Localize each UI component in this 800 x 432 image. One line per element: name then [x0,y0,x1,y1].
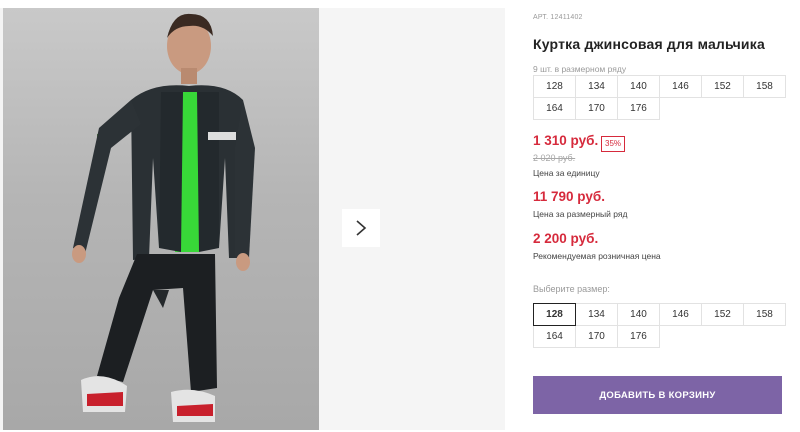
size-option-128[interactable]: 128 [533,303,576,326]
discount-badge: 35% [601,136,626,152]
size-row-note: 9 шт. в размерном ряду [533,64,627,74]
size-row-cell: 128 [533,75,576,98]
chevron-right-icon [356,220,367,236]
size-option-140[interactable]: 140 [617,303,660,326]
size-option-158[interactable]: 158 [743,303,786,326]
size-option-146[interactable]: 146 [659,303,702,326]
next-image-button[interactable] [342,209,380,247]
size-row-cell: 170 [575,97,618,120]
size-selector: 128 134 140 146 152 158 164 170 176 [533,303,786,348]
unit-price-caption: Цена за единицу [533,168,600,178]
product-gallery [0,8,505,430]
retail-price: 2 200 руб. [533,231,599,246]
size-option-134[interactable]: 134 [575,303,618,326]
boy-in-camo-jacket-image [72,13,255,422]
old-price: 2 020 руб. [533,153,576,163]
unit-price: 1 310 руб. [533,133,599,148]
size-row-cell: 176 [617,97,660,120]
article-number: АРТ. 12411402 [533,14,583,21]
product-title: Куртка джинсовая для мальчика [533,36,765,52]
choose-size-label: Выберите размер: [533,284,610,294]
size-row-grid: 128 134 140 146 152 158 164 170 176 [533,75,786,120]
size-row-cell: 134 [575,75,618,98]
size-row-cell: 140 [617,75,660,98]
size-row-cell: 158 [743,75,786,98]
size-option-152[interactable]: 152 [701,303,744,326]
row-price-caption: Цена за размерный ряд [533,209,628,219]
add-to-cart-button[interactable]: ДОБАВИТЬ В КОРЗИНУ [533,376,782,414]
product-photo[interactable] [3,8,319,430]
retail-price-caption: Рекомендуемая розничная цена [533,251,661,261]
size-row-cell: 164 [533,97,576,120]
size-option-176[interactable]: 176 [617,325,660,348]
size-row-cell: 152 [701,75,744,98]
size-option-170[interactable]: 170 [575,325,618,348]
size-option-164[interactable]: 164 [533,325,576,348]
size-row-cell: 146 [659,75,702,98]
row-price: 11 790 руб. [533,189,605,204]
